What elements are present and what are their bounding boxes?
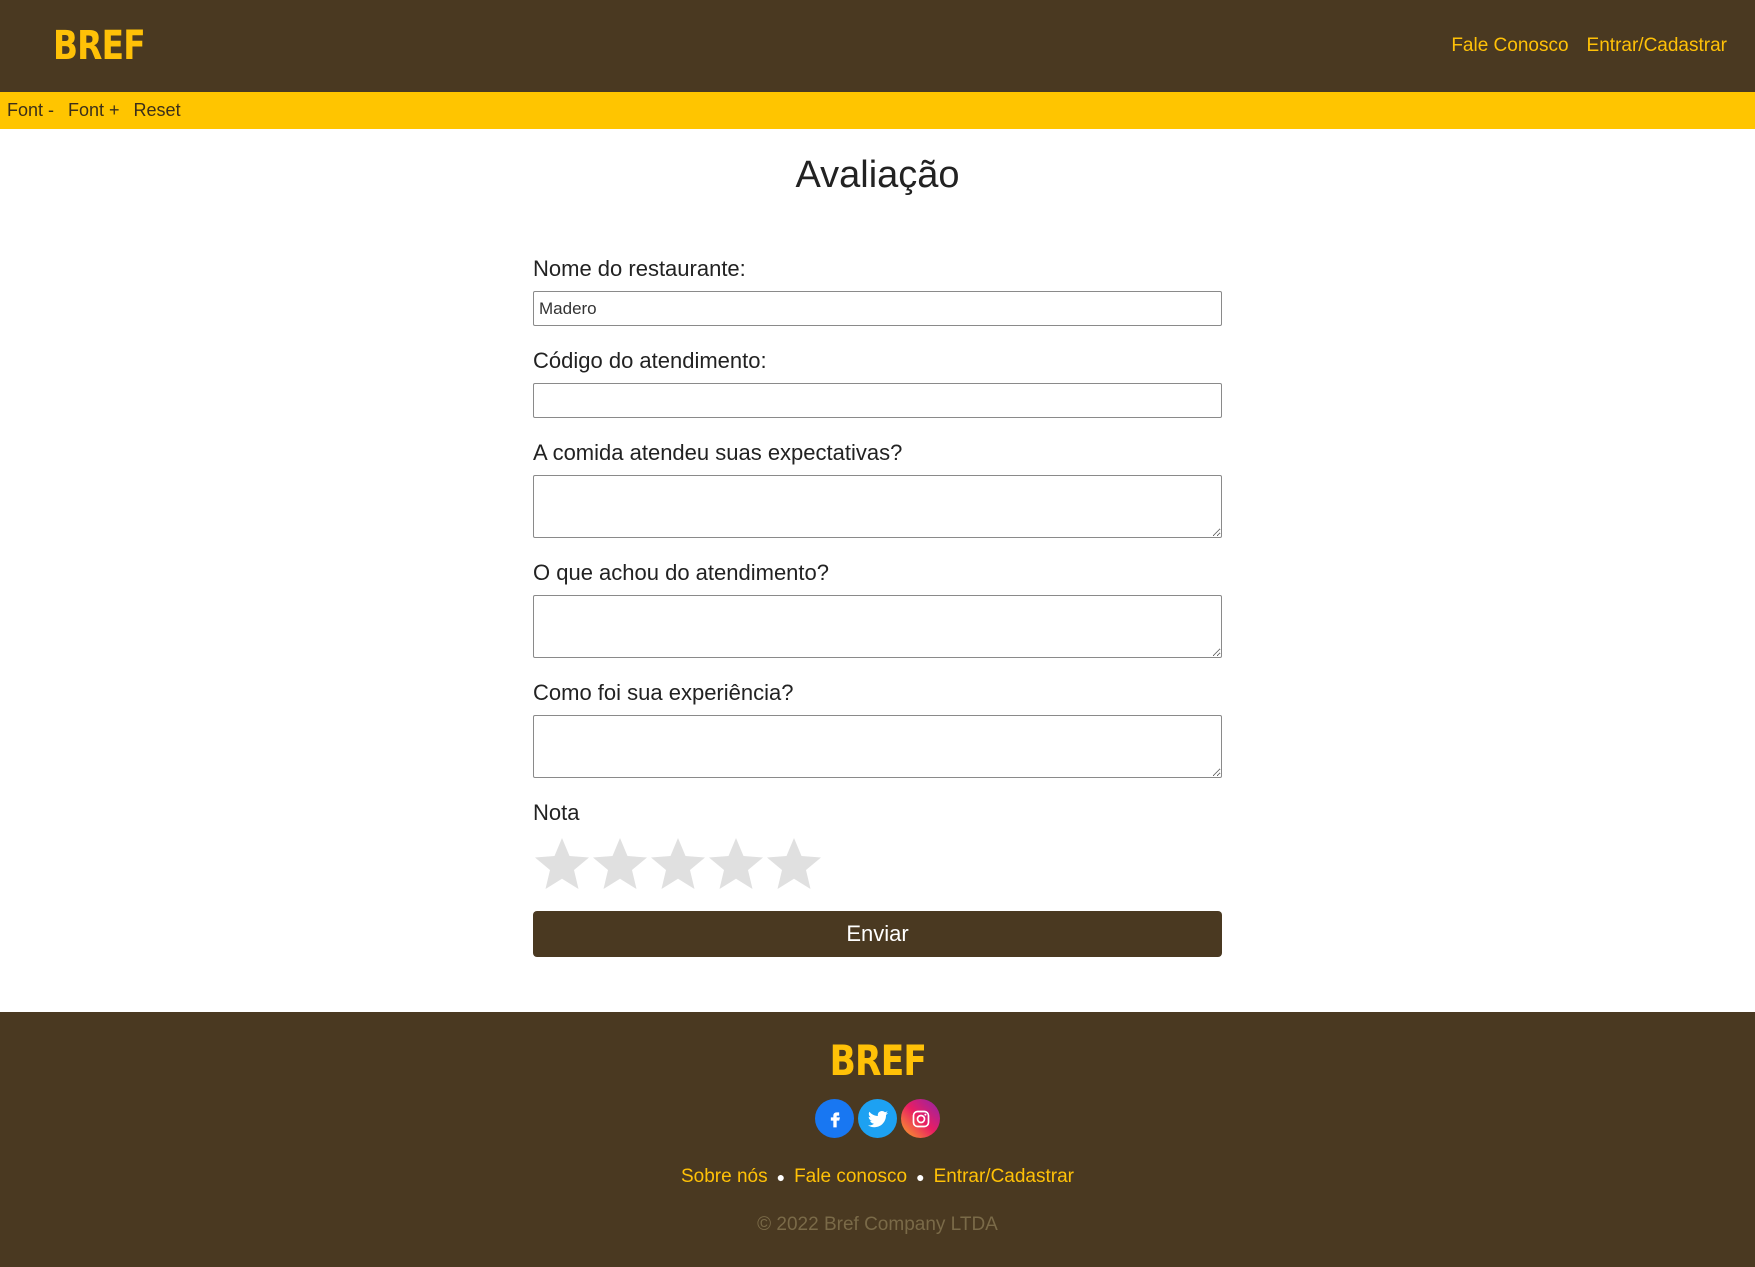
footer-login-link[interactable]: Entrar/Cadastrar (934, 1166, 1074, 1187)
food-label: A comida atendeu suas expectativas? (533, 440, 903, 465)
footer-links: Sobre nós ● Fale conosco ● Entrar/Cadastrar (0, 1166, 1755, 1188)
service-textarea[interactable] (533, 595, 1222, 658)
code-input[interactable] (533, 383, 1222, 418)
experience-label: Como foi sua experiência? (533, 680, 794, 705)
star-rating (533, 835, 1222, 893)
facebook-icon[interactable] (815, 1099, 854, 1138)
footer-contact-link[interactable]: Fale conosco (794, 1166, 907, 1187)
copyright-text: © 2022 Bref Company LTDA (757, 1214, 998, 1235)
site-header: BREF Fale Conosco Entrar/Cadastrar (0, 0, 1755, 92)
font-increase-button[interactable]: Font + (68, 100, 120, 121)
header-logo[interactable]: BREF (53, 23, 146, 69)
experience-textarea[interactable] (533, 715, 1222, 778)
font-reset-button[interactable]: Reset (134, 100, 181, 121)
rating-label: Nota (533, 800, 580, 825)
footer-about-link[interactable]: Sobre nós (681, 1166, 768, 1187)
social-links (0, 1099, 1755, 1138)
separator-dot: ● (776, 1168, 786, 1185)
site-footer: BREF Sobre nós ● Fale conosco ● Entrar/Cadas… (0, 1012, 1755, 1267)
star-icon-1[interactable] (533, 835, 591, 893)
star-icon-2[interactable] (591, 835, 649, 893)
page-title: Avaliação (795, 154, 960, 196)
nav-login-link[interactable]: Entrar/Cadastrar (1587, 35, 1727, 57)
restaurant-label: Nome do restaurante: (533, 256, 746, 281)
review-form: Nome do restaurante: Código do atendimen… (533, 256, 1222, 957)
instagram-icon[interactable] (901, 1099, 940, 1138)
restaurant-input[interactable] (533, 291, 1222, 326)
submit-button[interactable]: Enviar (533, 911, 1222, 957)
nav-contact-link[interactable]: Fale Conosco (1451, 35, 1568, 57)
font-decrease-button[interactable]: Font - (7, 100, 54, 121)
service-label: O que achou do atendimento? (533, 560, 830, 585)
header-nav: Fale Conosco Entrar/Cadastrar (1451, 35, 1727, 57)
food-textarea[interactable] (533, 475, 1222, 538)
star-icon-3[interactable] (649, 835, 707, 893)
font-size-bar: Font - Font + Reset (0, 92, 1755, 129)
separator-dot: ● (916, 1168, 925, 1185)
twitter-icon[interactable] (858, 1099, 897, 1138)
footer-logo: BREF (829, 1036, 926, 1085)
main-content: Avaliação Nome do restaurante: Código do… (0, 129, 1755, 1012)
star-icon-4[interactable] (707, 835, 765, 893)
code-label: Código do atendimento: (533, 348, 767, 373)
star-icon-5[interactable] (765, 835, 823, 893)
